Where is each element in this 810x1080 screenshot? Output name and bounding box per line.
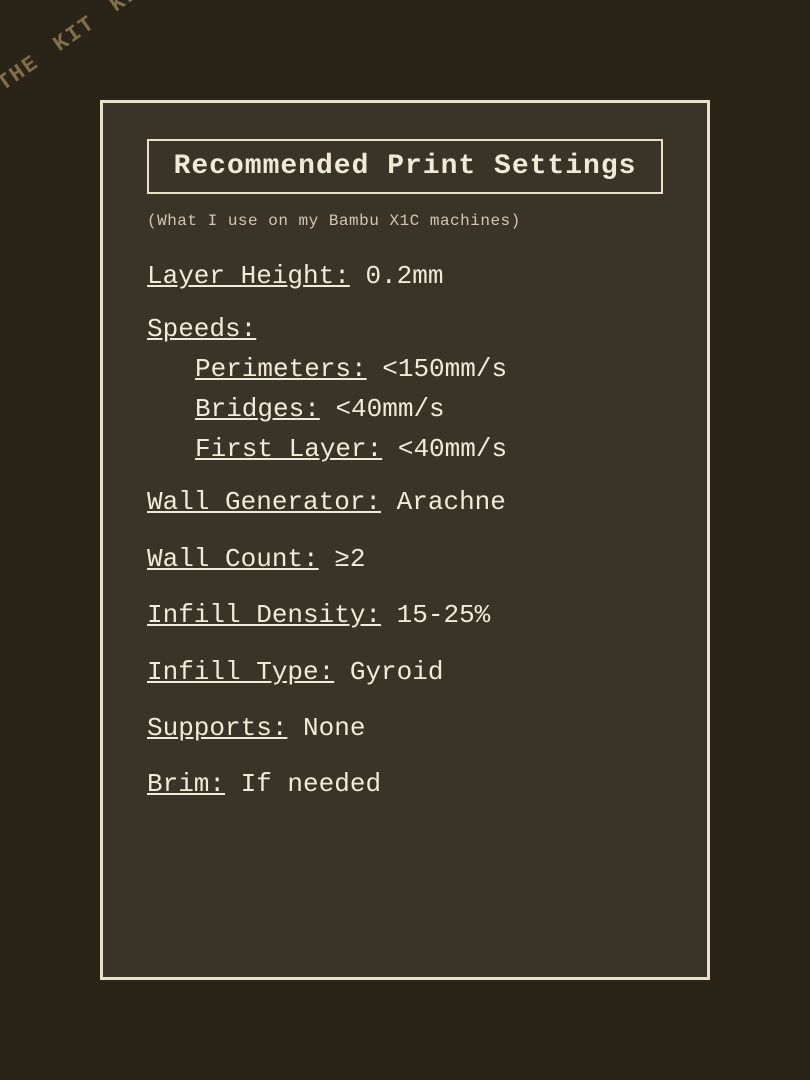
speeds-label: Speeds:: [147, 314, 663, 344]
brim-label: Brim:: [147, 769, 225, 799]
wall-count-label: Wall Count:: [147, 544, 319, 574]
infill-density-row: Infill Density: 15-25%: [147, 597, 663, 633]
wall-generator-label: Wall Generator:: [147, 487, 381, 517]
first-layer-label: First Layer:: [195, 434, 382, 464]
brim-value: If needed: [241, 769, 381, 799]
layer-height-value: 0.2mm: [365, 261, 443, 291]
perimeters-row: Perimeters: <150mm/s: [195, 354, 663, 384]
infill-type-row: Infill Type: Gyroid: [147, 654, 663, 690]
speeds-section: Speeds: Perimeters: <150mm/s Bridges: <4…: [147, 314, 663, 464]
perimeters-label: Perimeters:: [195, 354, 367, 384]
infill-type-value: Gyroid: [350, 657, 444, 687]
subtitle: (What I use on my Bambu X1C machines): [147, 212, 663, 230]
bridges-row: Bridges: <40mm/s: [195, 394, 663, 424]
supports-value: None: [303, 713, 365, 743]
layer-height-row: Layer Height: 0.2mm: [147, 258, 663, 294]
first-layer-value: <40mm/s: [398, 434, 507, 464]
bridges-value: <40mm/s: [335, 394, 444, 424]
wall-generator-value: Arachne: [397, 487, 506, 517]
infill-density-value: 15-25%: [397, 600, 491, 630]
supports-label: Supports:: [147, 713, 287, 743]
brim-row: Brim: If needed: [147, 766, 663, 802]
supports-row: Supports: None: [147, 710, 663, 746]
layer-height-label: Layer Height:: [147, 261, 350, 291]
wall-generator-row: Wall Generator: Arachne: [147, 484, 663, 520]
infill-type-label: Infill Type:: [147, 657, 334, 687]
settings-card: Recommended Print Settings (What I use o…: [100, 100, 710, 980]
wall-count-value: ≥2: [334, 544, 365, 574]
first-layer-row: First Layer: <40mm/s: [195, 434, 663, 464]
wall-count-row: Wall Count: ≥2: [147, 541, 663, 577]
card-title: Recommended Print Settings: [147, 139, 663, 194]
bridges-label: Bridges:: [195, 394, 320, 424]
infill-density-label: Infill Density:: [147, 600, 381, 630]
perimeters-value: <150mm/s: [382, 354, 507, 384]
